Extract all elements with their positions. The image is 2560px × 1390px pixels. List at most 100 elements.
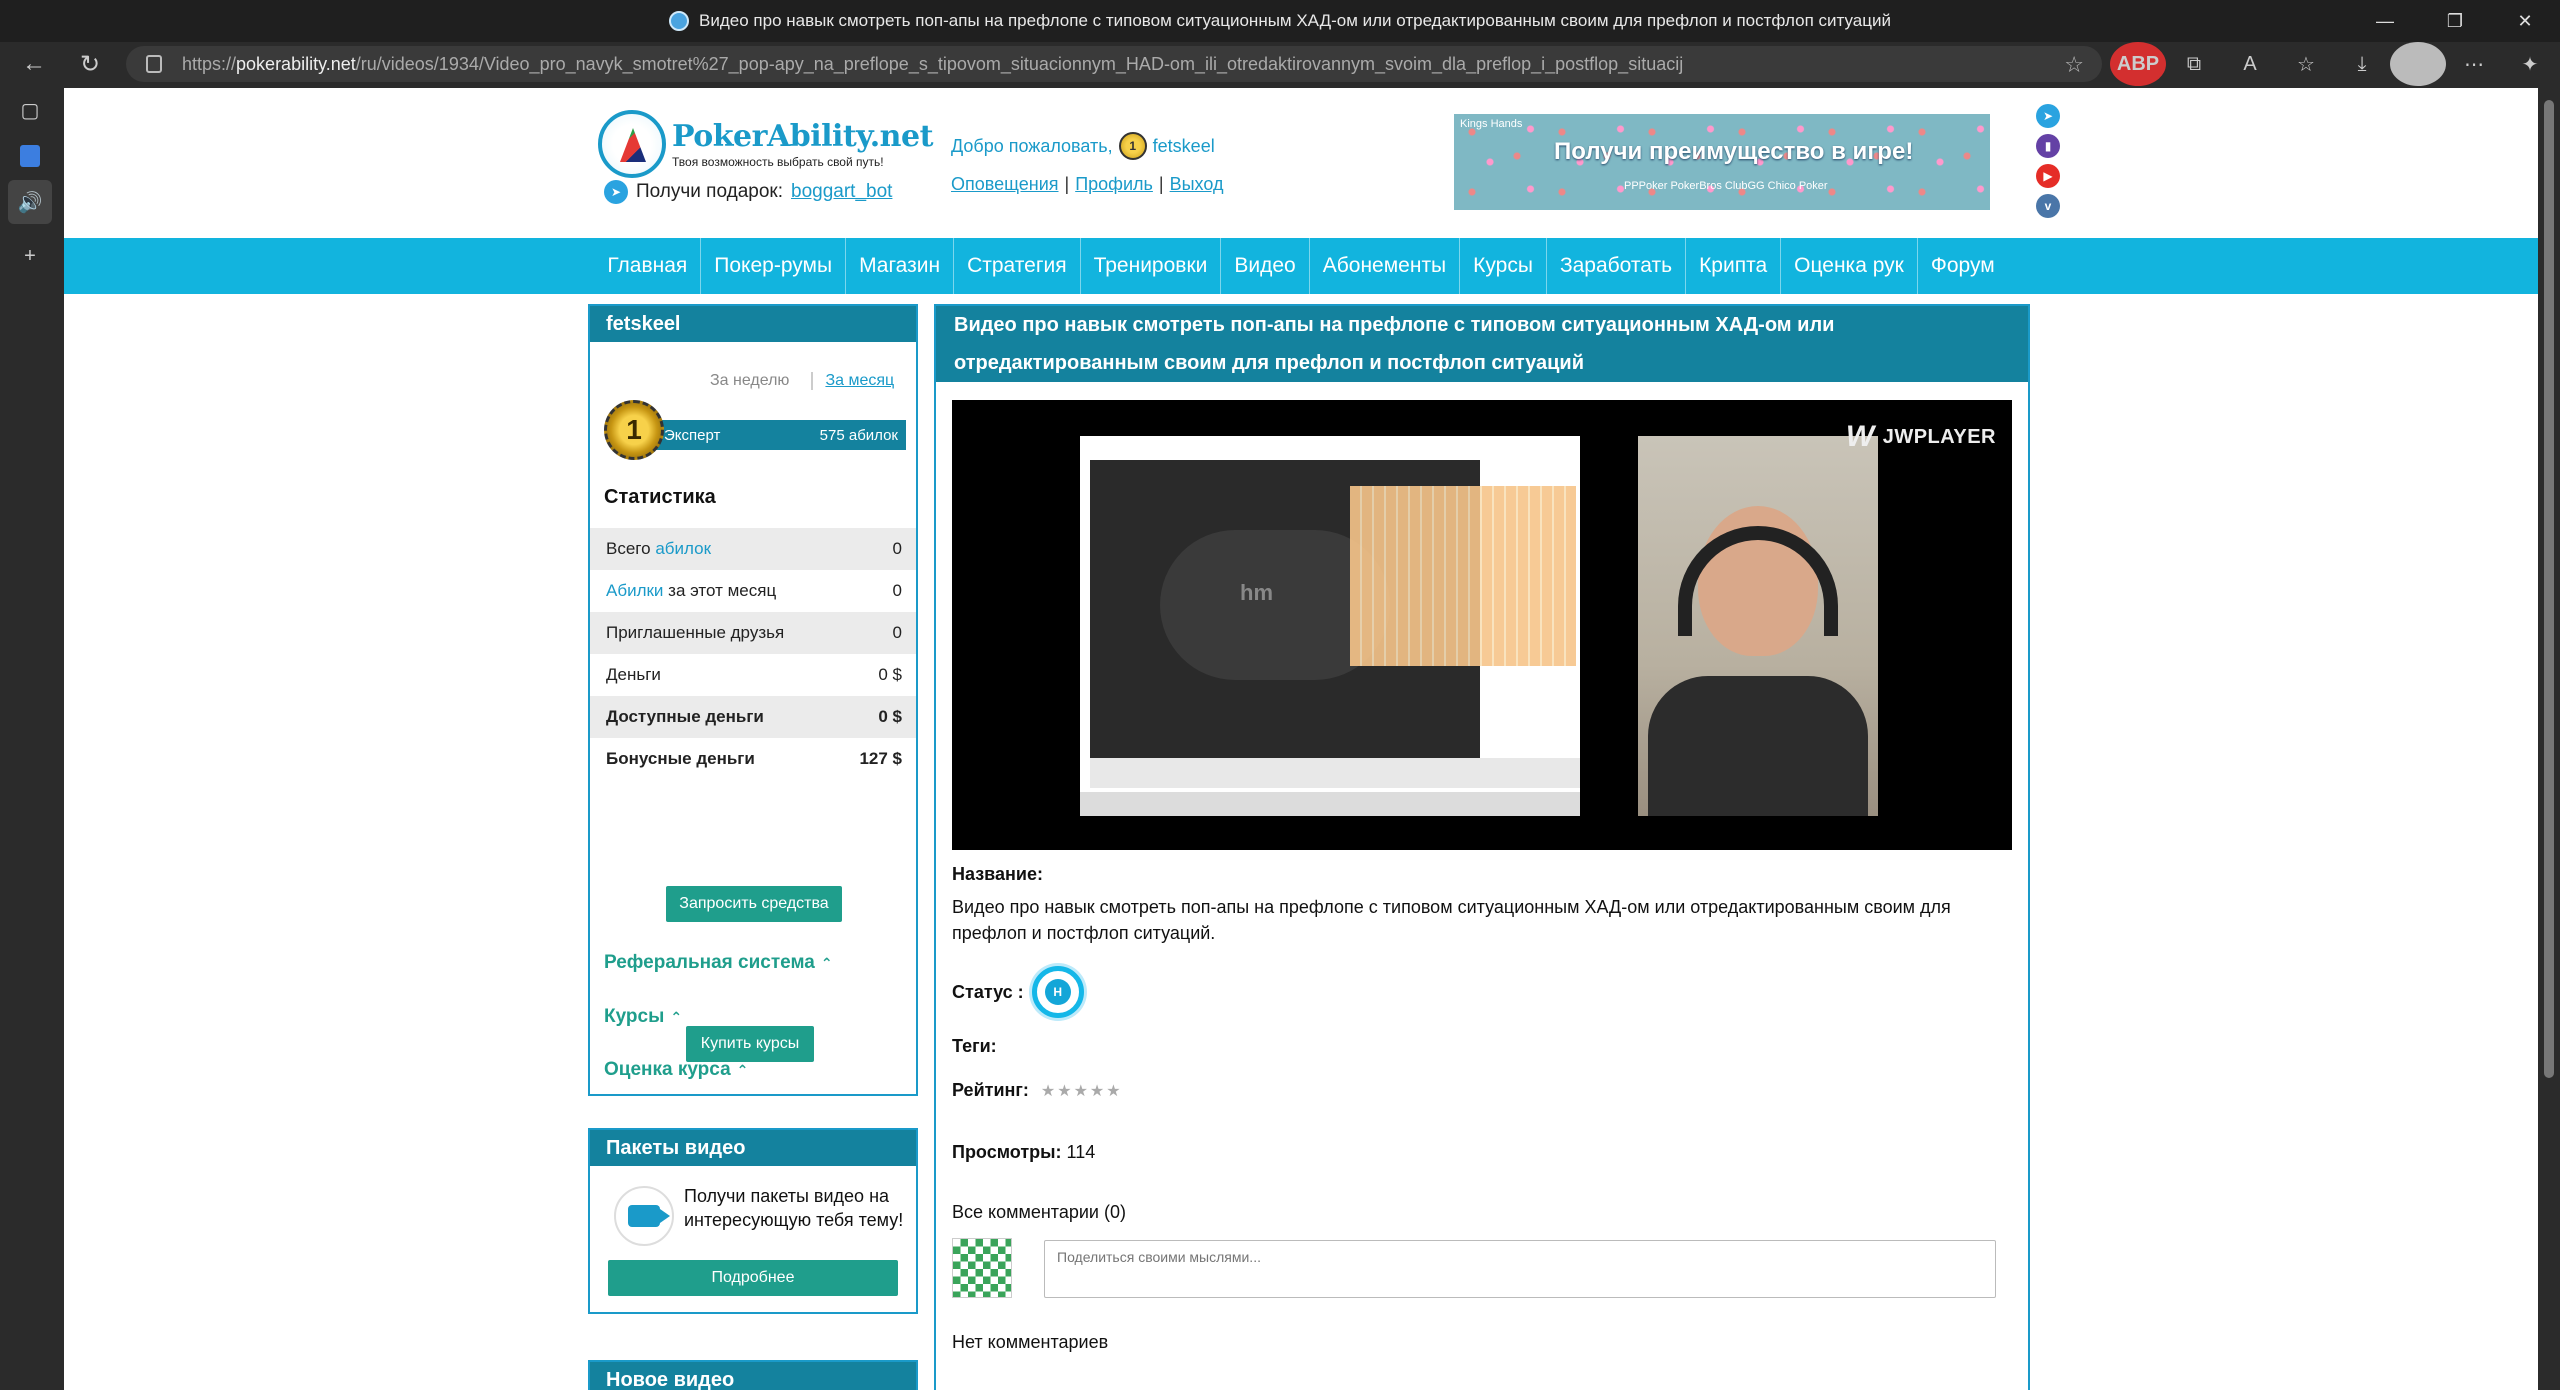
- stat-row-money: Деньги 0 $: [606, 665, 902, 684]
- nav-training[interactable]: Тренировки: [1081, 238, 1222, 294]
- new-tab-icon[interactable]: +: [0, 234, 60, 278]
- name-label: Название:: [952, 864, 1043, 884]
- chevron-up-icon: ⌃: [820, 955, 833, 971]
- telegram-icon: ➤: [604, 180, 628, 204]
- reload-button[interactable]: ↻: [68, 42, 112, 86]
- nav-video[interactable]: Видео: [1221, 238, 1310, 294]
- user-coin-icon: 1: [1118, 132, 1147, 160]
- abilki-month-link[interactable]: Абилки: [606, 581, 663, 600]
- jwplayer-logo: W JWPLAYER: [1845, 420, 1996, 453]
- tags-label: Теги:: [952, 1036, 997, 1056]
- more-menu-icon[interactable]: ⋯: [2446, 42, 2502, 86]
- request-funds-button[interactable]: Запросить средства: [666, 886, 842, 922]
- rating-stars[interactable]: ★★★★★: [1041, 1081, 1123, 1101]
- period-week[interactable]: За неделю: [710, 372, 789, 390]
- nav-home[interactable]: Главная: [594, 238, 702, 294]
- nav-subscriptions[interactable]: Абонементы: [1310, 238, 1461, 294]
- user-level: 1 Эксперт 575 абилок: [604, 400, 906, 462]
- stat-row-available: Доступные деньги 0 $: [590, 696, 916, 738]
- views-field: Просмотры: 114: [952, 1142, 1095, 1163]
- audio-tab-icon[interactable]: 🔊: [8, 180, 52, 224]
- commenter-avatar: [952, 1238, 1012, 1298]
- nav-earn[interactable]: Заработать: [1547, 238, 1687, 294]
- address-bar[interactable]: https://pokerability.net/ru/videos/1934/…: [126, 46, 2102, 82]
- bookmark-star-icon[interactable]: ☆: [2064, 52, 2084, 78]
- downloads-icon[interactable]: ⤓: [2334, 42, 2390, 86]
- views-label: Просмотры:: [952, 1142, 1062, 1162]
- user-panel: fetskeel За неделю За месяц 1 Эксперт 57…: [588, 304, 918, 1096]
- telegram-icon[interactable]: ➤: [2036, 104, 2060, 128]
- more-details-button[interactable]: Подробнее: [608, 1260, 898, 1296]
- video-packs-panel: Пакеты видео Получи пакеты видео на инте…: [588, 1128, 918, 1314]
- user-panel-title: fetskeel: [590, 306, 916, 342]
- nav-shop[interactable]: Магазин: [846, 238, 955, 294]
- adblock-extension-button[interactable]: ABP: [2110, 42, 2166, 86]
- video-content: Видео про навык смотреть поп-апы на преф…: [934, 304, 2030, 1390]
- level-name: Эксперт: [664, 426, 721, 444]
- profile-link[interactable]: Профиль: [1075, 174, 1153, 194]
- rating-label: Рейтинг:: [952, 1080, 1029, 1100]
- scrollbar-thumb[interactable]: [2544, 100, 2554, 1078]
- ad-banner[interactable]: Kings Hands Получи преимущество в игре! …: [1454, 114, 1990, 210]
- notes-extension-button[interactable]: [0, 134, 60, 178]
- globe-icon: [669, 11, 690, 31]
- read-aloud-icon[interactable]: A: [2222, 42, 2278, 86]
- adblock-icon: ABP: [2110, 42, 2166, 86]
- comment-input[interactable]: [1044, 1240, 1996, 1298]
- twitch-icon[interactable]: ▮: [2036, 134, 2060, 158]
- nav-poker-rooms[interactable]: Покер-румы: [701, 238, 847, 294]
- browser-side-panel: ▢ 🔊 +: [0, 86, 60, 1390]
- stat-value: 0 $: [878, 707, 902, 726]
- nav-crypto[interactable]: Крипта: [1686, 238, 1782, 294]
- course-rating-toggle[interactable]: Оценка курса ⌃: [604, 1059, 748, 1081]
- minimize-button[interactable]: —: [2350, 0, 2420, 42]
- tabs-panel-icon[interactable]: ▢: [0, 88, 60, 132]
- banner-headline: Получи преимущество в игре!: [1554, 138, 1914, 165]
- no-comments-text: Нет комментариев: [952, 1332, 1109, 1352]
- youtube-icon[interactable]: ▶: [2036, 164, 2060, 188]
- new-video-title: Новое видео: [590, 1362, 916, 1390]
- period-month[interactable]: За месяц: [811, 372, 894, 390]
- stat-value: 0: [892, 539, 902, 558]
- gift-bot-link[interactable]: boggart_bot: [791, 181, 892, 203]
- browser-toolbar: ← ↻ https://pokerability.net/ru/videos/1…: [0, 42, 2560, 86]
- favorites-icon[interactable]: ☆: [2278, 42, 2334, 86]
- copilot-icon[interactable]: ✦: [2502, 42, 2558, 86]
- courses-toggle[interactable]: Курсы ⌃: [604, 1006, 682, 1028]
- medal-icon: 1: [604, 400, 664, 460]
- new-video-panel: Новое видео: [588, 1360, 918, 1390]
- stat-value: 0 $: [878, 665, 902, 684]
- nav-strategy[interactable]: Стратегия: [954, 238, 1081, 294]
- views-value: 114: [1066, 1142, 1096, 1162]
- back-button[interactable]: ←: [12, 42, 56, 86]
- tab-title: Видео про навык смотреть поп-апы на преф…: [699, 11, 1891, 30]
- page-scrollbar[interactable]: [2538, 88, 2560, 1390]
- site-logo[interactable]: PokerAbility.net Твоя возможность выбрат…: [598, 108, 950, 180]
- profile-button[interactable]: [2390, 42, 2446, 86]
- vk-icon[interactable]: v: [2036, 194, 2060, 218]
- close-window-button[interactable]: ✕: [2490, 0, 2560, 42]
- extensions-icon[interactable]: ⧉: [2166, 42, 2222, 86]
- stat-row-friends: Приглашенные друзья 0: [590, 612, 916, 654]
- left-sidebar: fetskeel За неделю За месяц 1 Эксперт 57…: [588, 304, 918, 1390]
- nav-forum[interactable]: Форум: [1918, 238, 2008, 294]
- nav-courses[interactable]: Курсы: [1460, 238, 1547, 294]
- abilki-link[interactable]: абилок: [655, 539, 711, 558]
- url-text: https://pokerability.net/ru/videos/1934/…: [182, 53, 1684, 74]
- stats-table: Всего абилок 0 Абилки за этот месяц 0 Пр…: [590, 528, 916, 780]
- stats-title: Статистика: [604, 486, 716, 508]
- gift-text: Получи подарок:: [636, 181, 783, 202]
- stat-value: 127 $: [859, 749, 902, 768]
- stat-row-month: Абилки за этот месяц 0: [606, 581, 902, 600]
- nav-hand-review[interactable]: Оценка рук: [1781, 238, 1918, 294]
- referral-toggle[interactable]: Реферальная система ⌃: [604, 952, 833, 974]
- logout-link[interactable]: Выход: [1170, 174, 1224, 194]
- notifications-link[interactable]: Оповещения: [951, 174, 1059, 194]
- document-icon: [20, 145, 40, 167]
- video-player[interactable]: hm W JWPLAYER: [952, 400, 2012, 850]
- maximize-button[interactable]: ❐: [2420, 0, 2490, 42]
- welcome-text: Добро пожаловать,: [951, 135, 1113, 156]
- welcome-username[interactable]: fetskeel: [1153, 136, 1215, 157]
- buy-courses-button[interactable]: Купить курсы: [686, 1026, 814, 1062]
- status-label: Статус :: [952, 981, 1024, 1002]
